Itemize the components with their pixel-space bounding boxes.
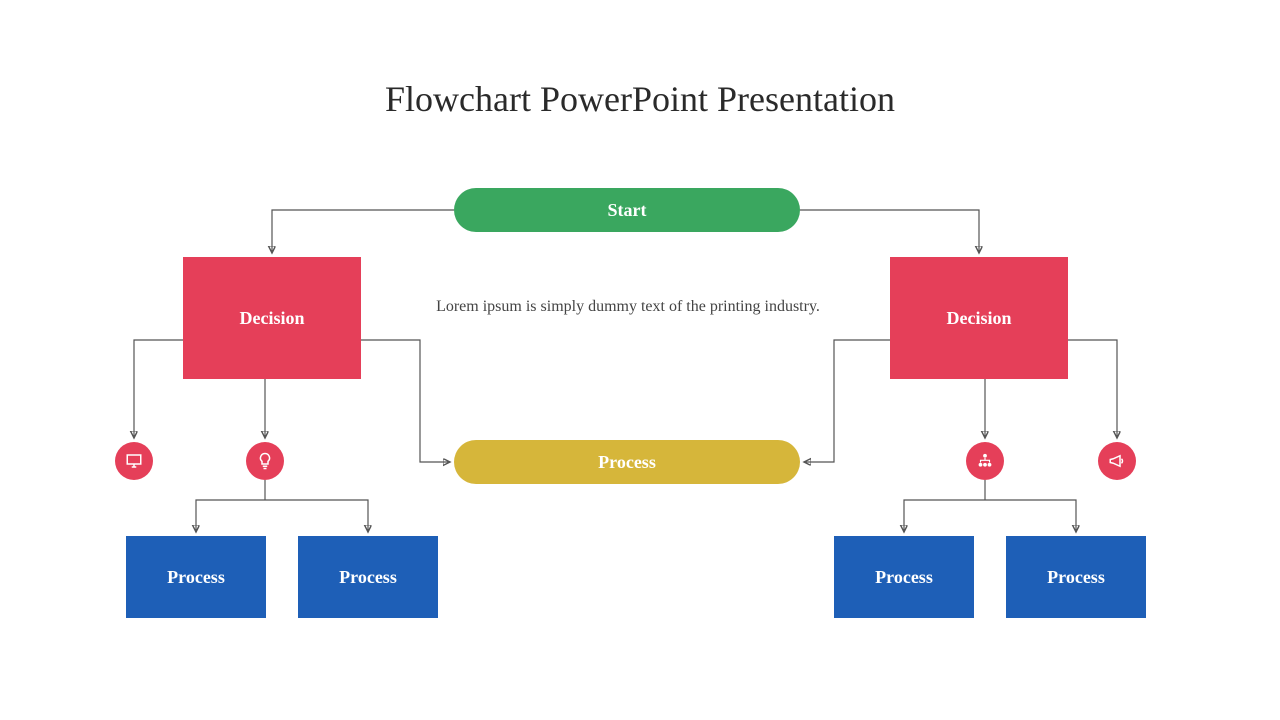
process-box-4: Process bbox=[1006, 536, 1146, 618]
decision-node-right: Decision bbox=[890, 257, 1068, 379]
megaphone-icon bbox=[1098, 442, 1136, 480]
decision-right-label: Decision bbox=[947, 308, 1012, 329]
process-box-3: Process bbox=[834, 536, 974, 618]
presentation-icon bbox=[115, 442, 153, 480]
decision-node-left: Decision bbox=[183, 257, 361, 379]
process-box-1: Process bbox=[126, 536, 266, 618]
start-node: Start bbox=[454, 188, 800, 232]
slide-title: Flowchart PowerPoint Presentation bbox=[0, 78, 1280, 120]
process-box-2: Process bbox=[298, 536, 438, 618]
process-1-label: Process bbox=[167, 567, 225, 588]
description-text: Lorem ipsum is simply dummy text of the … bbox=[430, 296, 826, 318]
decision-left-label: Decision bbox=[240, 308, 305, 329]
start-label: Start bbox=[608, 200, 647, 221]
process-2-label: Process bbox=[339, 567, 397, 588]
hierarchy-icon bbox=[966, 442, 1004, 480]
process-4-label: Process bbox=[1047, 567, 1105, 588]
center-process-label: Process bbox=[598, 452, 656, 473]
process-3-label: Process bbox=[875, 567, 933, 588]
center-process-node: Process bbox=[454, 440, 800, 484]
lightbulb-icon bbox=[246, 442, 284, 480]
